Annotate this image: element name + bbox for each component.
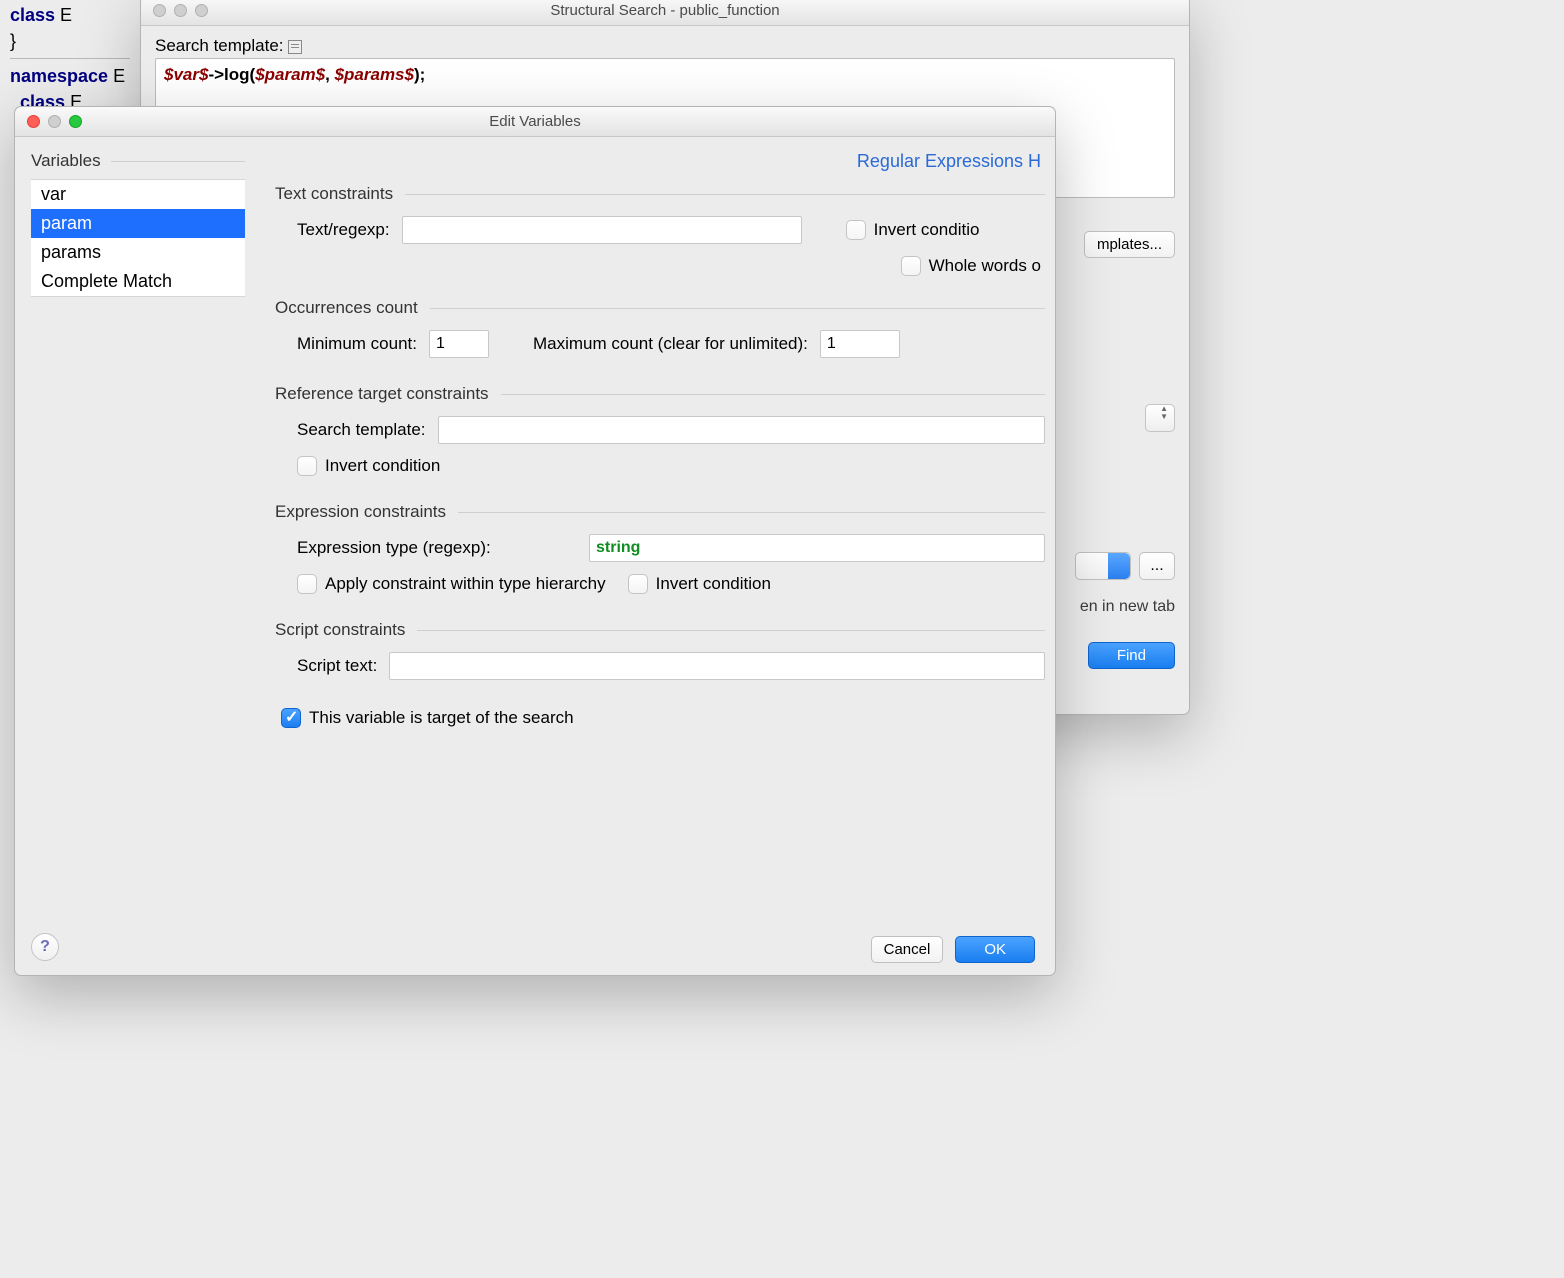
variables-header: Variables	[31, 151, 101, 171]
expr-type-label: Expression type (regexp):	[297, 538, 577, 558]
open-in-new-tab-label: en in new tab	[1080, 598, 1175, 616]
window-title: Edit Variables	[15, 113, 1055, 130]
editor-background: class E } namespace E class E	[0, 0, 140, 117]
minimize-icon[interactable]	[48, 115, 61, 128]
close-icon	[153, 4, 166, 17]
section-title-text: Text constraints	[275, 184, 393, 204]
edit-variables-window: Edit Variables Variables var param param…	[14, 106, 1056, 976]
regex-help-link[interactable]: Regular Expressions H	[275, 151, 1045, 172]
ref-template-label: Search template:	[297, 420, 426, 440]
min-count-input[interactable]	[429, 330, 489, 358]
whole-words-checkbox[interactable]: Whole words o	[901, 256, 1041, 276]
ok-button[interactable]: OK	[955, 936, 1035, 963]
find-button[interactable]: Find	[1088, 642, 1175, 669]
window-title: Structural Search - public_function	[141, 2, 1189, 19]
variables-list[interactable]: var param params Complete Match	[31, 179, 245, 297]
section-title-script: Script constraints	[275, 620, 405, 640]
list-item[interactable]: params	[31, 238, 245, 267]
section-title-expr: Expression constraints	[275, 502, 446, 522]
constraints-panel: Regular Expressions H Text constraints T…	[259, 137, 1055, 975]
target-of-search-checkbox[interactable]: This variable is target of the search	[281, 708, 574, 728]
variables-sidebar: Variables var param params Complete Matc…	[15, 137, 259, 975]
dropdown[interactable]: ▲▼	[1075, 552, 1131, 580]
expr-type-input[interactable]	[589, 534, 1045, 562]
text-regexp-input[interactable]	[402, 216, 802, 244]
script-text-input[interactable]	[389, 652, 1045, 680]
expr-invert-checkbox[interactable]: Invert condition	[628, 574, 771, 594]
section-title-occ: Occurrences count	[275, 298, 418, 318]
ref-template-input[interactable]	[438, 416, 1045, 444]
section-title-ref: Reference target constraints	[275, 384, 489, 404]
templates-button[interactable]: mplates...	[1084, 231, 1175, 258]
list-item[interactable]: var	[31, 180, 245, 209]
max-count-input[interactable]	[820, 330, 900, 358]
ref-invert-checkbox[interactable]: Invert condition	[297, 456, 440, 476]
invert-condition-checkbox[interactable]: Invert conditio	[846, 220, 980, 240]
list-item[interactable]: param	[31, 209, 245, 238]
max-count-label: Maximum count (clear for unlimited):	[533, 334, 808, 354]
zoom-icon	[195, 4, 208, 17]
titlebar[interactable]: Edit Variables	[15, 107, 1055, 137]
cancel-button[interactable]: Cancel	[871, 936, 944, 963]
search-template-label: Search template:	[155, 36, 1175, 56]
close-icon[interactable]	[27, 115, 40, 128]
zoom-icon[interactable]	[69, 115, 82, 128]
stepper-icon: ▲▼	[1160, 405, 1168, 421]
text-regexp-label: Text/regexp:	[297, 220, 390, 240]
help-button[interactable]: ?	[31, 933, 59, 961]
list-item[interactable]: Complete Match	[31, 267, 245, 296]
script-text-label: Script text:	[297, 656, 377, 676]
more-button[interactable]: ...	[1139, 552, 1175, 580]
apply-hierarchy-checkbox[interactable]: Apply constraint within type hierarchy	[297, 574, 606, 594]
titlebar[interactable]: Structural Search - public_function	[141, 0, 1189, 26]
minimize-icon	[174, 4, 187, 17]
min-count-label: Minimum count:	[297, 334, 417, 354]
